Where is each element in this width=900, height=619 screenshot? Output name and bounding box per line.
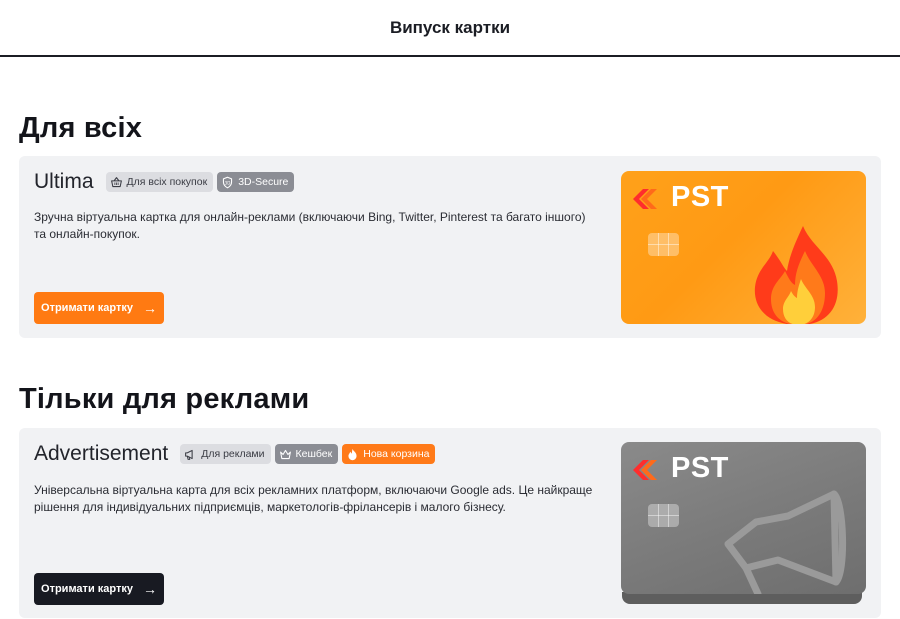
svg-text:3D: 3D xyxy=(225,180,231,185)
arrow-right-icon: → xyxy=(142,300,157,316)
card-name: Ultima xyxy=(34,170,94,193)
page-title: Випуск картки xyxy=(389,17,511,37)
basket-icon xyxy=(110,176,122,187)
brand-name: PST xyxy=(671,452,729,484)
badge-label: Нова корзина xyxy=(363,448,430,460)
button-label: Отримати картку xyxy=(41,583,133,595)
badge-label: Для реклами xyxy=(201,448,265,460)
chip-icon xyxy=(648,233,679,256)
badge-label: Кешбек xyxy=(295,448,333,460)
logo-mark-icon xyxy=(633,188,657,209)
brand-logo: PST xyxy=(631,181,729,214)
badge-for-ads: Для реклами xyxy=(180,444,271,464)
flame-icon xyxy=(348,448,357,460)
megaphone-icon xyxy=(185,449,193,460)
section-title-for-all: Для всіх xyxy=(19,112,143,144)
button-label: Отримати картку xyxy=(41,302,133,314)
top-bar: Випуск картки xyxy=(0,0,900,57)
badge-new-basket: Нова корзина xyxy=(342,444,436,464)
card-header: Advertisement Для реклами Кешбек Нова ко… xyxy=(34,442,436,466)
card-header: Ultima Для всіх покупок 3D 3D-Secure xyxy=(34,170,295,194)
crown-icon xyxy=(279,449,291,459)
badge-3d-secure: 3D 3D-Secure xyxy=(217,172,295,192)
get-card-button[interactable]: Отримати картку → xyxy=(34,292,164,324)
card-name: Advertisement xyxy=(34,442,169,465)
card-visual-advertisement: PST xyxy=(621,442,866,594)
card-description: Універсальна віртуальна карта для всіх р… xyxy=(34,483,593,514)
shield-icon: 3D xyxy=(223,176,233,188)
fire-icon xyxy=(754,226,838,324)
badge-all-purchases: Для всіх покупок xyxy=(105,172,214,192)
brand-name: PST xyxy=(671,181,729,213)
megaphone-icon xyxy=(724,490,846,594)
card-description: Зручна віртуальна картка для онлайн-рекл… xyxy=(34,210,586,241)
arrow-right-icon: → xyxy=(142,581,157,597)
section-title-ads-only: Тільки для реклами xyxy=(19,383,310,415)
card-visual-ultima: PST xyxy=(621,171,866,324)
badge-label: Для всіх покупок xyxy=(126,176,208,188)
badge-label: 3D-Secure xyxy=(238,176,289,188)
logo-mark-icon xyxy=(633,459,657,480)
chip-icon xyxy=(648,504,679,527)
brand-logo: PST xyxy=(631,452,729,485)
badge-cashback: Кешбек xyxy=(274,444,339,464)
get-card-button[interactable]: Отримати картку → xyxy=(34,573,164,605)
